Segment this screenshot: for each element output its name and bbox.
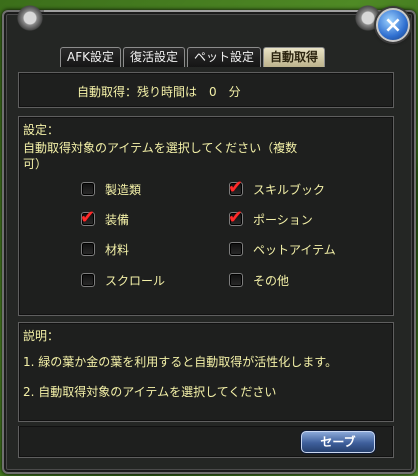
checkbox-skillbook[interactable]: ✔ [228, 177, 243, 198]
tab-bar: AFK設定 復活設定 ペット設定 自動取得 [60, 47, 326, 67]
checkbox-scroll[interactable] [81, 273, 95, 287]
checkbox-other[interactable] [229, 273, 243, 287]
check-mark-icon: ✔ [228, 177, 244, 198]
checkbox-potion[interactable]: ✔ [228, 207, 243, 228]
label-pet-item: ペットアイテム [253, 243, 336, 257]
description-panel: 説明： 1. 緑の葉か金の葉を利用すると自動取得が活性化します。 2. 自動取得… [18, 322, 394, 422]
tab-revive-settings[interactable]: 復活設定 [122, 47, 185, 67]
checkbox-pet-item[interactable] [229, 242, 243, 256]
settings-panel: 設定： 自動取得対象のアイテムを選択してください（複数 可） 製造類 ✔ 装備 … [18, 116, 394, 316]
label-scroll: スクロール [105, 274, 166, 288]
tab-auto-pickup[interactable]: 自動取得 [263, 47, 326, 67]
label-materials: 材料 [105, 243, 130, 257]
status-panel: 自動取得：残り時間は 0 分 [18, 72, 394, 108]
save-button[interactable]: セーブ [301, 431, 375, 453]
tab-pet-settings[interactable]: ペット設定 [187, 47, 262, 67]
remaining-time-text: 自動取得：残り時間は 0 分 [77, 85, 241, 99]
label-potion: ポーション [253, 213, 313, 227]
close-button[interactable]: × [376, 8, 410, 42]
label-equipment: 装備 [105, 213, 130, 227]
check-mark-icon: ✔ [228, 207, 244, 228]
description-heading: 説明： [23, 329, 60, 343]
settings-instruction-line2: 可） [23, 157, 48, 171]
settings-instruction-line1: 自動取得対象のアイテムを選択してください（複数 [23, 141, 298, 155]
description-line2: 2. 自動取得対象のアイテムを選択してください [23, 385, 277, 399]
footer-panel: セーブ [18, 426, 394, 458]
label-crafting: 製造類 [105, 183, 142, 197]
description-line1: 1. 緑の葉か金の葉を利用すると自動取得が活性化します。 [23, 355, 338, 369]
tab-afk-settings[interactable]: AFK設定 [60, 47, 121, 67]
checkbox-materials[interactable] [81, 242, 95, 256]
label-other: その他 [253, 274, 290, 288]
window-top-ornament [44, 10, 374, 20]
settings-heading: 設定： [23, 123, 60, 137]
left-ornament-icon [10, 2, 50, 42]
label-skillbook: スキルブック [253, 183, 326, 197]
check-mark-icon: ✔ [80, 207, 96, 228]
checkbox-equipment[interactable]: ✔ [80, 207, 95, 228]
checkbox-crafting[interactable] [81, 182, 95, 196]
